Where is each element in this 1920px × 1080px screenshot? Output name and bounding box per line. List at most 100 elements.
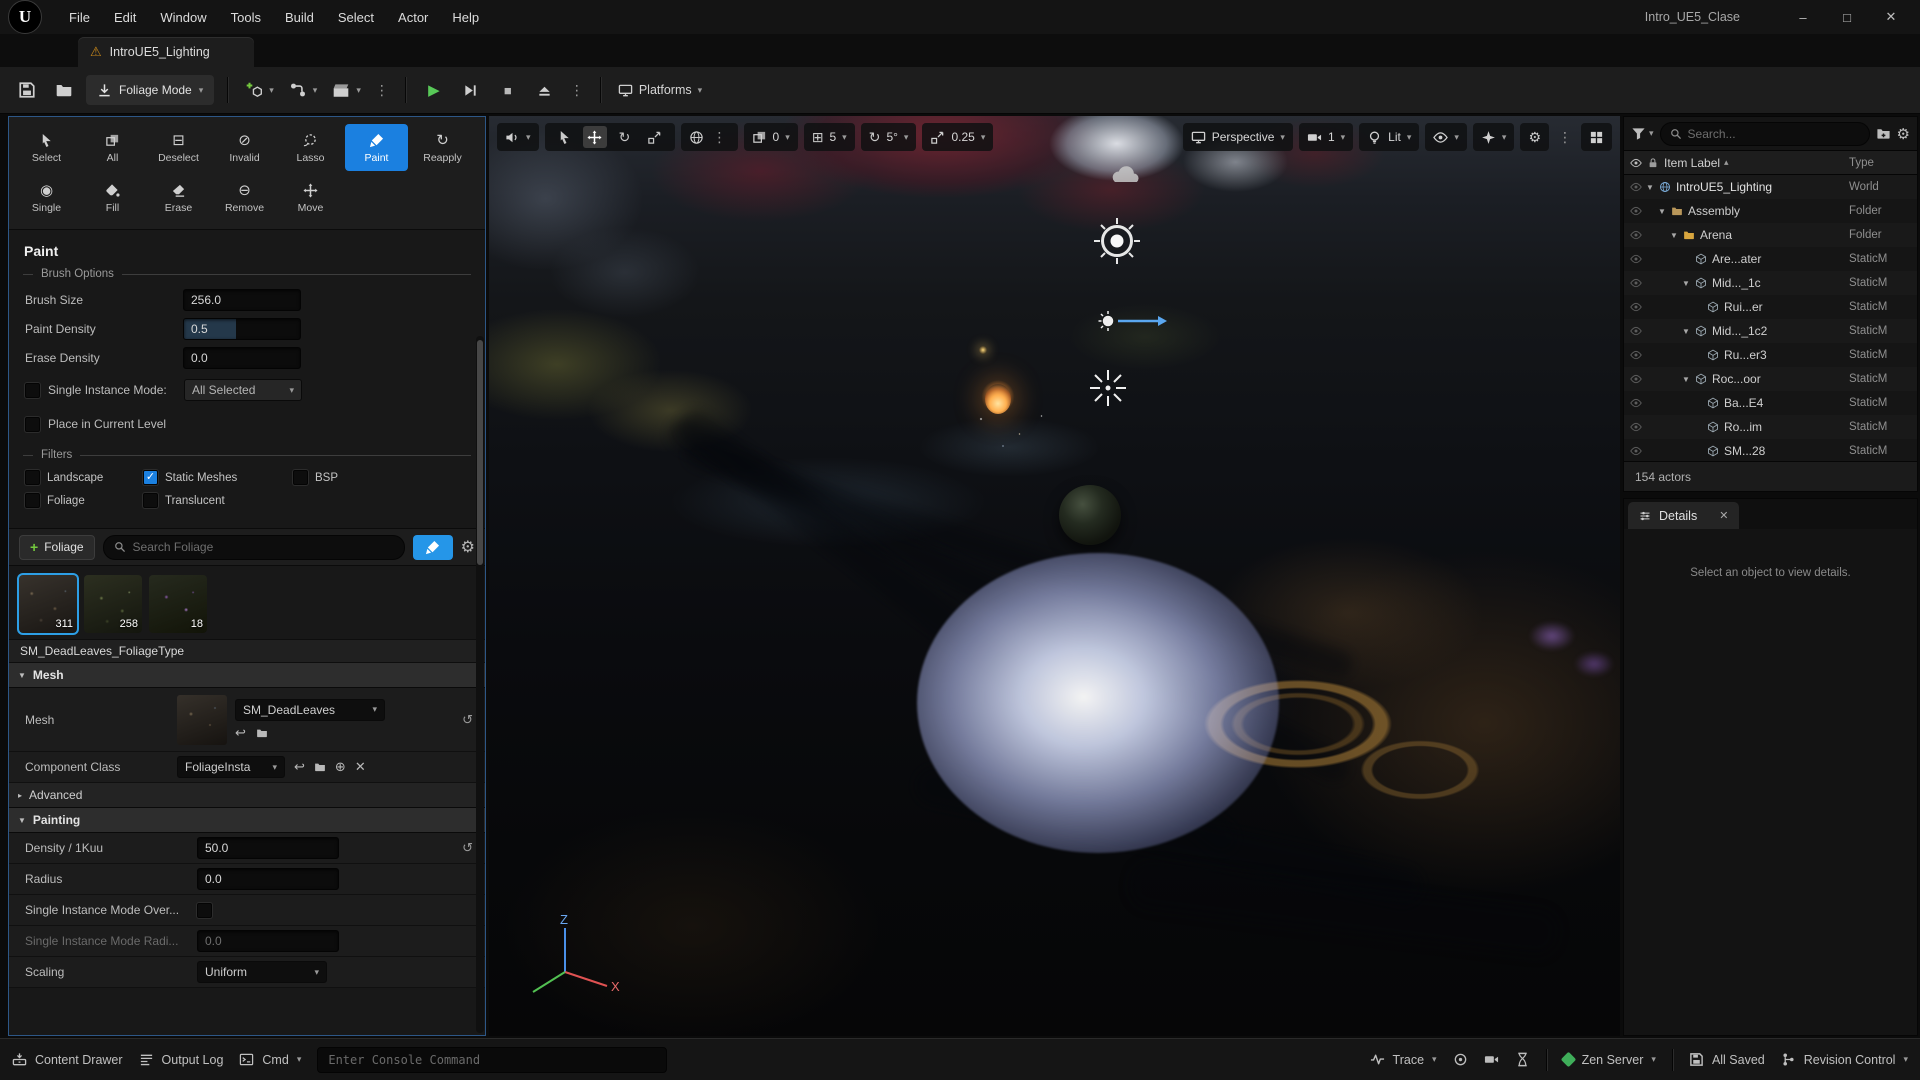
outliner-settings-button[interactable]: ⚙ — [1897, 125, 1910, 143]
eject-button[interactable] — [530, 75, 560, 105]
outliner-row-actor[interactable]: Rui...er StaticM — [1624, 295, 1917, 319]
cinematics-button[interactable]: ▾ — [328, 75, 365, 105]
lock-column-icon[interactable] — [1647, 157, 1659, 169]
tool-move-button[interactable]: Move — [279, 174, 342, 221]
foliage-type-thumbnail-deadleaves[interactable]: 311 — [19, 575, 77, 633]
tool-lasso-button[interactable]: Lasso — [279, 124, 342, 171]
directional-light-gizmo-icon[interactable] — [1098, 308, 1168, 334]
outliner-row-actor[interactable]: Ru...er3 StaticM — [1624, 343, 1917, 367]
tool-invalid-button[interactable]: ⊘ Invalid — [213, 124, 276, 171]
viewport-audio-button[interactable]: ▾ — [497, 123, 539, 151]
insights-target-button[interactable] — [1453, 1052, 1468, 1067]
outliner-row-actor[interactable]: Ro...im StaticM — [1624, 415, 1917, 439]
menu-item-file[interactable]: File — [58, 7, 101, 28]
content-drawer-button[interactable]: Content Drawer — [12, 1052, 123, 1067]
filter-landscape[interactable]: ✓Landscape — [25, 470, 143, 485]
expand-icon[interactable]: ▼ — [1658, 207, 1670, 216]
bsp-checkbox[interactable]: ✓ — [293, 470, 308, 485]
stop-button[interactable]: ■ — [493, 75, 523, 105]
rotate-tool-button[interactable]: ↻ — [613, 126, 637, 148]
single-instance-select[interactable]: All Selected ▾ — [184, 379, 302, 401]
screenshot-button[interactable] — [1484, 1052, 1499, 1067]
eye-icon[interactable] — [1630, 181, 1642, 193]
mesh-thumbnail[interactable] — [177, 694, 227, 745]
outliner-row-actor[interactable]: ▼ Mid..._1c2 StaticM — [1624, 319, 1917, 343]
eye-icon[interactable] — [1630, 205, 1642, 217]
console-command-field[interactable] — [317, 1046, 668, 1073]
eye-icon[interactable] — [1630, 445, 1642, 457]
type-column-header[interactable]: Type — [1849, 157, 1911, 169]
eye-icon[interactable] — [1630, 277, 1642, 289]
menu-item-select[interactable]: Select — [327, 7, 385, 28]
foliage-type-thumbnail-2[interactable]: 258 — [84, 575, 142, 633]
tool-single-button[interactable]: ◉ Single — [15, 174, 78, 221]
eye-icon[interactable] — [1630, 301, 1642, 313]
outliner-row-folder[interactable]: ▼ Arena Folder — [1624, 223, 1917, 247]
paint-brush-toggle-button[interactable] — [412, 534, 453, 560]
browse-to-asset-icon[interactable] — [256, 727, 268, 739]
select-tool-button[interactable] — [553, 126, 577, 148]
eye-icon[interactable] — [1630, 253, 1642, 265]
item-label-column-header[interactable]: Item Label ▴ — [1664, 156, 1844, 170]
painting-section-header[interactable]: ▼ Painting — [9, 808, 485, 833]
use-selected-asset-icon[interactable]: ↩ — [235, 725, 246, 741]
perspective-selector[interactable]: Perspective ▾ — [1182, 123, 1293, 151]
console-command-input[interactable] — [328, 1052, 657, 1067]
level-viewport[interactable]: Z X ▾ ↻ ⋮ 0 ▾ ⊞ 5 ▾ ↻ 5° ▾ 0.25 ▾ Perspe… — [489, 116, 1620, 1036]
platforms-dropdown[interactable]: Platforms ▾ — [614, 75, 706, 105]
outliner-search-box[interactable] — [1659, 121, 1870, 146]
single-instance-checkbox[interactable]: ✓ — [25, 382, 40, 398]
viewport-settings-button[interactable]: ⚙ — [1520, 123, 1549, 151]
unreal-logo-icon[interactable]: U — [8, 0, 42, 34]
filter-static-meshes[interactable]: ✓ Static Meshes — [143, 470, 293, 485]
tool-all-button[interactable]: All — [81, 124, 144, 171]
erase-density-input[interactable] — [183, 346, 301, 369]
use-selected-asset-icon[interactable]: ↩ — [294, 759, 305, 775]
menu-item-tools[interactable]: Tools — [220, 7, 272, 28]
visibility-column-icon[interactable] — [1630, 157, 1642, 169]
minimize-button[interactable]: – — [1782, 10, 1824, 25]
single-instance-override-checkbox[interactable]: ✓ — [197, 902, 212, 918]
outliner-row-actor[interactable]: Ba...E4 StaticM — [1624, 391, 1917, 415]
tool-select-button[interactable]: Select — [15, 124, 78, 171]
mesh-select[interactable]: SM_DeadLeaves ▾ — [235, 698, 385, 721]
foliage-search-box[interactable] — [102, 534, 405, 560]
maximize-button[interactable]: □ — [1826, 10, 1868, 25]
outliner-row-folder[interactable]: ▼ Assembly Folder — [1624, 199, 1917, 223]
expand-icon[interactable]: ▼ — [1682, 279, 1694, 288]
foliage-search-input[interactable] — [132, 540, 394, 554]
viewport-effects-button[interactable]: ▾ — [1472, 123, 1515, 151]
landscape-checkbox[interactable]: ✓ — [25, 470, 40, 485]
toolbar-overflow-menu[interactable]: ⋮ — [372, 82, 392, 99]
eye-icon[interactable] — [1630, 349, 1642, 361]
tool-erase-button[interactable]: Erase — [147, 174, 210, 221]
tool-reapply-button[interactable]: ↻ Reapply — [411, 124, 474, 171]
view-mode-selector[interactable]: Lit ▾ — [1359, 123, 1420, 151]
viewport-options-menu[interactable]: ⋮ — [1555, 129, 1575, 146]
zen-server-dropdown[interactable]: Zen Server ▾ — [1560, 1051, 1656, 1068]
details-tab[interactable]: Details ✕ — [1628, 502, 1740, 529]
eye-icon[interactable] — [1630, 373, 1642, 385]
revision-control-dropdown[interactable]: Revision Control ▾ — [1781, 1052, 1908, 1067]
camera-speed-button[interactable]: 1 ▾ — [1298, 123, 1354, 151]
translate-tool-button[interactable] — [582, 126, 607, 148]
radius-input[interactable] — [197, 868, 339, 890]
scrollbar-thumb[interactable] — [477, 340, 483, 565]
grid-snap-button[interactable]: ⊞ 5 ▾ — [803, 123, 855, 151]
cmd-dropdown[interactable]: Cmd ▾ — [239, 1052, 301, 1067]
tool-fill-button[interactable]: Fill — [81, 174, 144, 221]
eye-icon[interactable] — [1630, 421, 1642, 433]
expand-icon[interactable]: ▼ — [1646, 183, 1658, 192]
save-status-button[interactable]: All Saved — [1689, 1052, 1765, 1067]
close-button[interactable]: ✕ — [1870, 9, 1912, 25]
gear-icon[interactable]: ⚙ — [461, 537, 475, 557]
play-button[interactable]: ▶ — [419, 75, 449, 105]
reset-to-default-icon[interactable]: ↺ — [462, 840, 473, 856]
outliner-search-input[interactable] — [1687, 126, 1860, 141]
outliner-row-actor[interactable]: ▼ Mid..._1c StaticM — [1624, 271, 1917, 295]
foliage-brush-sphere[interactable] — [917, 553, 1279, 853]
static-meshes-checkbox[interactable]: ✓ — [143, 470, 158, 485]
maximize-viewport-button[interactable] — [1581, 123, 1612, 151]
scale-tool-button[interactable] — [643, 126, 667, 148]
paint-density-input[interactable] — [183, 317, 301, 340]
